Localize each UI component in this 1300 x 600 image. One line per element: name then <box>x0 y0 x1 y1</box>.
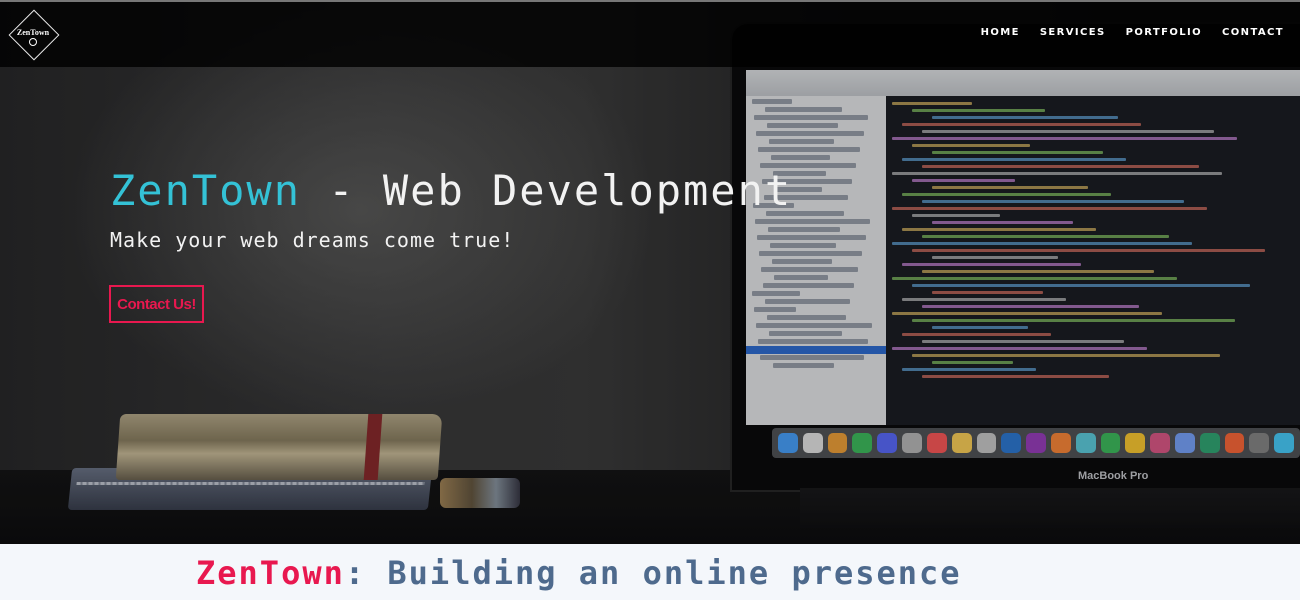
nav-contact[interactable]: CONTACT <box>1222 27 1284 38</box>
hero-overlay <box>0 0 1300 544</box>
hero-banner: MacBook Pro ZenTown - Web Development Ma… <box>0 0 1300 544</box>
hero-title-rest: - Web Development <box>301 166 793 215</box>
hero-title-brand: ZenTown <box>110 166 302 215</box>
logo-text: ZenTown <box>16 28 50 37</box>
logo-mark-icon <box>29 38 37 46</box>
main-nav: HOME SERVICES PORTFOLIO CONTACT <box>981 27 1284 38</box>
section-title-brand: ZenTown <box>196 554 345 592</box>
nav-home[interactable]: HOME <box>981 27 1020 38</box>
section-title: ZenTown: Building an online presence <box>196 554 962 592</box>
hero-title: ZenTown - Web Development <box>110 166 792 215</box>
hero-subtitle: Make your web dreams come true! <box>110 228 515 252</box>
nav-portfolio[interactable]: PORTFOLIO <box>1126 27 1202 38</box>
site-header: ZenTown HOME SERVICES PORTFOLIO CONTACT <box>0 0 1300 67</box>
site-logo[interactable]: ZenTown <box>8 9 60 61</box>
contact-us-button[interactable]: Contact Us! <box>109 285 204 323</box>
section-title-rest: : Building an online presence <box>344 554 962 592</box>
nav-services[interactable]: SERVICES <box>1040 27 1106 38</box>
